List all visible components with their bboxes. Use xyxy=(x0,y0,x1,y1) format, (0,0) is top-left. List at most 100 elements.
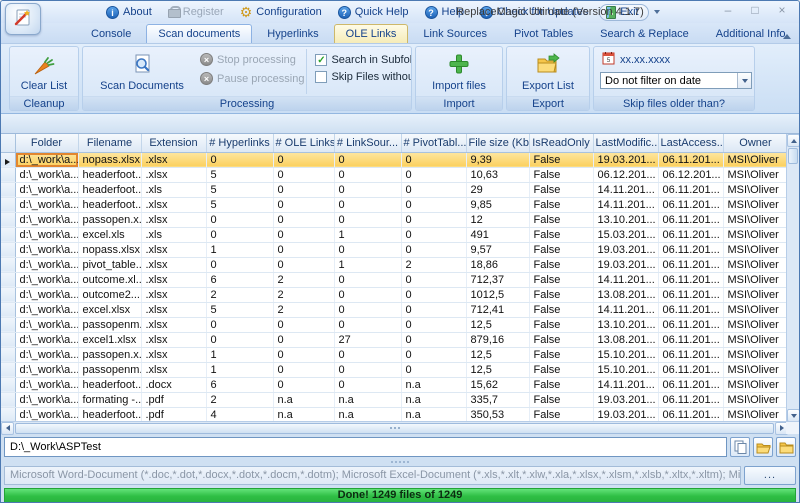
grid-cell[interactable]: d:\_work\a... xyxy=(15,242,78,257)
grid-cell[interactable]: 0 xyxy=(273,212,334,227)
grid-cell[interactable]: d:\_work\a... xyxy=(15,152,78,167)
grid-cell[interactable]: 1012,5 xyxy=(466,287,529,302)
grid-cell[interactable]: d:\_work\a... xyxy=(15,332,78,347)
grid-cell[interactable]: 06.11.201... xyxy=(658,287,723,302)
grid-cell[interactable]: False xyxy=(529,227,593,242)
grid-cell[interactable]: False xyxy=(529,197,593,212)
grid-cell[interactable]: 712,37 xyxy=(466,272,529,287)
grid-cell[interactable]: headerfoot... xyxy=(78,377,141,392)
grid-cell[interactable]: 1 xyxy=(206,362,273,377)
grid-cell[interactable]: headerfoot... xyxy=(78,167,141,182)
grid-cell[interactable]: 1 xyxy=(334,227,401,242)
column-header-file-size-kb[interactable]: File size (Kb) xyxy=(466,134,529,152)
column-header-pivottabl[interactable]: # PivotTabl... xyxy=(401,134,466,152)
grid-cell[interactable]: 0 xyxy=(401,332,466,347)
grid-cell[interactable]: MSI\Oliver xyxy=(723,317,788,332)
column-header-filename[interactable]: Filename xyxy=(78,134,141,152)
grid-cell[interactable]: excel.xls xyxy=(78,227,141,242)
table-row[interactable]: d:\_work\a...pivot_table....xlsx001218,8… xyxy=(1,257,788,272)
column-header-folder[interactable]: Folder xyxy=(15,134,78,152)
grid-cell[interactable]: .xlsx xyxy=(141,362,206,377)
grid-cell[interactable]: 06.11.201... xyxy=(658,182,723,197)
grid-cell[interactable]: 712,41 xyxy=(466,302,529,317)
grid-cell[interactable]: 06.11.201... xyxy=(658,317,723,332)
tab-scan-documents[interactable]: Scan documents xyxy=(146,24,252,43)
grid-cell[interactable]: 0 xyxy=(401,347,466,362)
close-icon[interactable]: × xyxy=(775,3,789,17)
column-header-linksour[interactable]: # LinkSour... xyxy=(334,134,401,152)
grid-cell[interactable]: MSI\Oliver xyxy=(723,167,788,182)
tab-hyperlinks[interactable]: Hyperlinks xyxy=(255,24,330,43)
grid-cell[interactable]: .xlsx xyxy=(141,287,206,302)
grid-cell[interactable]: 12,5 xyxy=(466,347,529,362)
grid-cell[interactable]: 19.03.201... xyxy=(593,152,658,167)
menu-item-quick-help[interactable]: ?Quick Help xyxy=(331,4,416,21)
grid-cell[interactable]: 06.12.201... xyxy=(658,167,723,182)
column-header-lastmodific[interactable]: LastModific... xyxy=(593,134,658,152)
grid-cell[interactable]: d:\_work\a... xyxy=(15,257,78,272)
grid-cell[interactable]: 13.08.201... xyxy=(593,332,658,347)
table-row[interactable]: d:\_work\a...headerfoot....xlsx50009,85F… xyxy=(1,197,788,212)
grid-cell[interactable]: 06.11.201... xyxy=(658,377,723,392)
grid-cell[interactable]: False xyxy=(529,152,593,167)
grid-cell[interactable]: .xlsx xyxy=(141,317,206,332)
grid-cell[interactable]: d:\_work\a... xyxy=(15,407,78,422)
grid-cell[interactable]: False xyxy=(529,242,593,257)
import-files-button[interactable]: Import files xyxy=(426,49,492,94)
grid-cell[interactable]: passopen.x... xyxy=(78,347,141,362)
table-row[interactable]: d:\_work\a...passopenm....xlsx100012,5Fa… xyxy=(1,362,788,377)
grid-cell[interactable]: d:\_work\a... xyxy=(15,182,78,197)
scroll-left-icon[interactable] xyxy=(1,422,14,435)
grid-cell[interactable]: 0 xyxy=(334,197,401,212)
grid-cell[interactable]: .xlsx xyxy=(141,302,206,317)
grid-cell[interactable]: 0 xyxy=(206,212,273,227)
grid-cell[interactable]: .xls xyxy=(141,182,206,197)
grid-cell[interactable]: 5 xyxy=(206,302,273,317)
grid-cell[interactable]: MSI\Oliver xyxy=(723,182,788,197)
grid-cell[interactable]: 13.08.201... xyxy=(593,287,658,302)
table-row[interactable]: d:\_work\a...excel.xls.xls0010491False15… xyxy=(1,227,788,242)
column-header-isreadonly[interactable]: IsReadOnly xyxy=(529,134,593,152)
grid-cell[interactable]: False xyxy=(529,257,593,272)
search-subfolders-option[interactable]: Search in Subfolders xyxy=(315,54,412,66)
grid-cell[interactable]: 0 xyxy=(401,272,466,287)
grid-cell[interactable]: 2 xyxy=(401,257,466,272)
grid-cell[interactable]: 0 xyxy=(401,227,466,242)
table-row[interactable]: d:\_work\a...headerfoot....pdf4n.an.an.a… xyxy=(1,407,788,422)
grid-cell[interactable]: .xlsx xyxy=(141,272,206,287)
grid-cell[interactable]: 0 xyxy=(334,377,401,392)
vertical-scroll-thumb[interactable] xyxy=(788,148,798,164)
grid-cell[interactable]: 0 xyxy=(401,287,466,302)
combo-dropdown-button[interactable] xyxy=(737,73,751,88)
table-row[interactable]: d:\_work\a...excel.xlsx.xlsx5200712,41Fa… xyxy=(1,302,788,317)
grid-cell[interactable]: 0 xyxy=(273,227,334,242)
grid-cell[interactable]: 335,7 xyxy=(466,392,529,407)
grid-cell[interactable]: 0 xyxy=(273,332,334,347)
column-header-ole-links[interactable]: # OLE Links xyxy=(273,134,334,152)
grid-cell[interactable]: d:\_work\a... xyxy=(15,227,78,242)
grid-cell[interactable]: 0 xyxy=(273,347,334,362)
grid-cell[interactable]: 0 xyxy=(334,242,401,257)
grid-cell[interactable]: 0 xyxy=(273,152,334,167)
grid-cell[interactable]: d:\_work\a... xyxy=(15,167,78,182)
grid-cell[interactable]: MSI\Oliver xyxy=(723,392,788,407)
grid-cell[interactable]: 13.10.201... xyxy=(593,212,658,227)
splitter-grip[interactable] xyxy=(4,460,796,463)
grid-cell[interactable]: 27 xyxy=(334,332,401,347)
column-header-owner[interactable]: Owner xyxy=(723,134,788,152)
filetypes-more-button[interactable]: ... xyxy=(744,466,796,485)
grid-cell[interactable]: 15.10.201... xyxy=(593,347,658,362)
skip-files-without-links-option[interactable]: Skip Files without Links xyxy=(315,71,412,83)
table-row[interactable]: d:\_work\a...headerfoot....docx600n.a15,… xyxy=(1,377,788,392)
grid-cell[interactable]: 06.11.201... xyxy=(658,332,723,347)
grid-cell[interactable]: 1 xyxy=(206,242,273,257)
table-row[interactable]: d:\_work\a...formating -....pdf2n.an.an.… xyxy=(1,392,788,407)
grid-cell[interactable]: d:\_work\a... xyxy=(15,347,78,362)
grid-cell[interactable]: 0 xyxy=(206,227,273,242)
grid-cell[interactable]: d:\_work\a... xyxy=(15,377,78,392)
tab-ole-links[interactable]: OLE Links xyxy=(334,24,409,43)
grid-cell[interactable]: outcome.xl... xyxy=(78,272,141,287)
grid-cell[interactable]: formating -... xyxy=(78,392,141,407)
horizontal-scrollbar[interactable] xyxy=(1,421,788,434)
grid-cell[interactable]: .xlsx xyxy=(141,167,206,182)
